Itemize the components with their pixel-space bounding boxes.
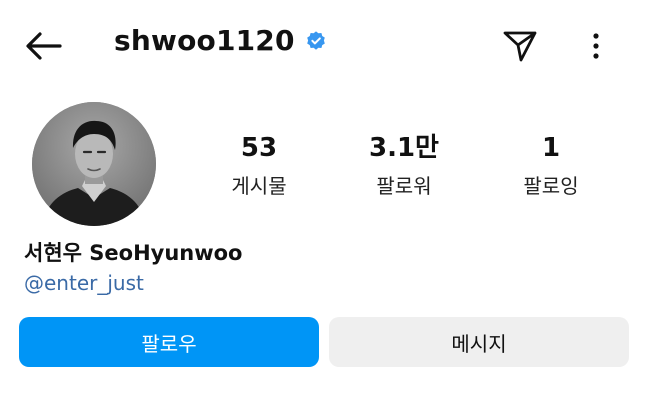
more-vertical-icon [593,33,599,59]
posts-label: 게시물 [231,174,287,198]
following-count: 1 [541,133,561,163]
posts-count: 53 [240,133,278,163]
followers-label: 팔로워 [376,174,432,198]
profile-photo [32,102,156,226]
followers-count: 3.1만 [369,133,439,163]
stat-posts[interactable]: 53 게시물 [189,132,329,199]
stat-following[interactable]: 1 팔로잉 [481,132,621,199]
message-button[interactable]: 메시지 [329,317,629,367]
send-message-button[interactable] [500,26,540,66]
username-row: shwoo1120 [114,24,327,57]
display-name: 서현우 SeoHyunwoo [24,241,243,265]
more-options-button[interactable] [584,28,608,64]
follow-button[interactable]: 팔로우 [19,317,319,367]
profile-avatar[interactable] [32,102,156,226]
back-button[interactable] [22,28,66,64]
stat-followers[interactable]: 3.1만 팔로워 [334,132,474,199]
username: shwoo1120 [114,24,295,57]
profile-header: shwoo1120 [0,0,648,90]
arrow-left-icon [26,32,62,60]
paper-plane-icon [503,31,537,62]
verified-badge-icon [306,30,325,50]
following-label: 팔로잉 [523,174,579,198]
linked-handle-link[interactable]: @enter_just [24,271,144,295]
